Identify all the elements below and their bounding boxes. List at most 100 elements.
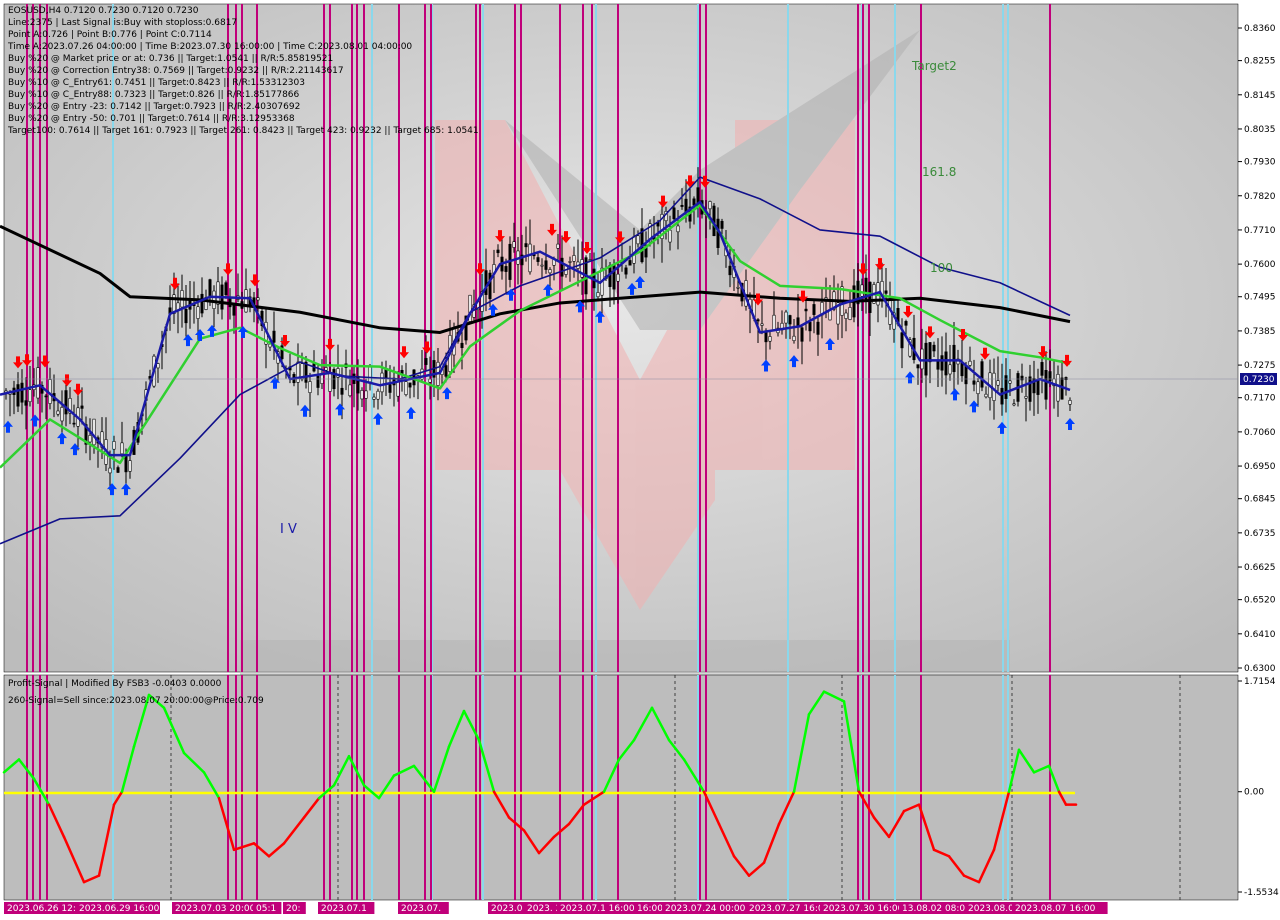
candle-body	[952, 344, 956, 373]
candle-body	[244, 289, 248, 313]
candle-body	[316, 375, 320, 388]
candle-body	[1056, 373, 1060, 402]
candle-body	[424, 358, 428, 365]
price-tick-label: 0.8035	[1244, 125, 1276, 135]
candle-body	[756, 319, 760, 322]
candle-body	[992, 372, 996, 401]
candle-body	[124, 455, 128, 473]
time-label: 13.08.02 08:00	[902, 904, 971, 914]
candle-body	[944, 351, 948, 376]
candle-body	[272, 330, 276, 343]
candle-body	[848, 307, 852, 320]
candle-body	[560, 257, 564, 277]
header-line: Buy %20 @ Entry -50: 0.701 || Target:0.7…	[8, 114, 295, 124]
price-tick-label: 0.7710	[1244, 226, 1276, 236]
fib-161-label: 161.8	[922, 165, 956, 179]
candle-body	[596, 292, 600, 298]
current-price-label: 0.7230	[1243, 375, 1275, 385]
wave-label: I V	[280, 522, 297, 537]
candle-body	[772, 314, 776, 331]
price-tick-label: 0.6625	[1244, 563, 1276, 573]
price-tick-label: 0.7820	[1244, 192, 1276, 202]
price-tick-label: 0.7930	[1244, 158, 1276, 168]
candle-body	[112, 441, 116, 450]
indicator-axis: 1.7154 0.00 -1.5534	[1238, 677, 1279, 898]
candle-body	[548, 269, 552, 274]
candle-body	[368, 365, 372, 383]
header-line: Time A:2023.07.26 04:00:00 | Time B:2023…	[7, 42, 412, 52]
header-line: Buy %10 @ C_Entry88: 0.7323 || Target:0.…	[8, 90, 300, 100]
candle-body	[1008, 380, 1012, 384]
candle-body	[200, 293, 204, 314]
header-line: Buy %20 @ Entry -23: 0.7142 || Target:0.…	[8, 102, 300, 112]
candle-body	[680, 204, 684, 207]
candle-body	[116, 467, 120, 473]
price-tick-label: 0.8255	[1244, 57, 1276, 67]
time-label: 2023.08.07 16:00	[1015, 904, 1096, 914]
candle-body	[1028, 376, 1032, 402]
candle-body	[668, 229, 672, 243]
candle-body	[1048, 371, 1052, 382]
candle-body	[540, 264, 544, 267]
time-label: 2023.07.30 16:00	[823, 904, 904, 914]
candle-body	[800, 327, 804, 342]
candle-body	[184, 308, 188, 324]
candle-body	[460, 342, 464, 349]
candle-body	[788, 315, 792, 325]
candle-body	[544, 260, 548, 270]
candle-body	[364, 390, 368, 399]
candle-body	[804, 308, 808, 312]
time-label: 20:	[286, 904, 300, 914]
candle-body	[708, 201, 712, 210]
candle-body	[636, 235, 640, 245]
candle-body	[984, 393, 988, 398]
candle-body	[20, 382, 24, 403]
ind-tick-label: -1.5534	[1244, 888, 1279, 898]
time-label: 2023.07.24 00:00	[665, 904, 746, 914]
candle-body	[972, 380, 976, 385]
candle-body	[676, 225, 680, 233]
candle-body	[28, 389, 32, 403]
candle-body	[16, 384, 20, 407]
ind-tick-label: 1.7154	[1244, 677, 1276, 687]
time-label: 2023.07.1	[321, 904, 367, 914]
candle-body	[64, 390, 68, 415]
candle-body	[868, 281, 872, 313]
candle-body	[1036, 380, 1040, 395]
candle-body	[324, 367, 328, 371]
candle-body	[624, 267, 628, 275]
candle-body	[524, 243, 528, 248]
candle-body	[924, 342, 928, 376]
fib-target2-label: Target2	[911, 59, 957, 73]
time-label: 2023.07.27 16:00	[749, 904, 830, 914]
candle-body	[612, 263, 616, 290]
time-label: 2023. 2	[527, 904, 561, 914]
candle-body	[404, 381, 408, 395]
candle-body	[296, 361, 300, 383]
candle-body	[396, 381, 400, 397]
price-tick-label: 0.7275	[1244, 361, 1276, 371]
candle-body	[916, 364, 920, 369]
candle-body	[572, 255, 576, 262]
candle-body	[976, 381, 980, 395]
candle-body	[968, 360, 972, 366]
candle-body	[816, 321, 820, 335]
chart-canvas: Target2 161.8 100 I V EOSUSD,H4 0.7120 0…	[0, 3, 1279, 914]
candle-body	[996, 380, 1000, 386]
candle-body	[1064, 377, 1068, 381]
time-label: 2023.07.1 16:00	[560, 904, 635, 914]
candle-body	[36, 367, 40, 399]
candle-body	[208, 279, 212, 297]
time-label: 05:1	[256, 904, 276, 914]
candle-body	[632, 236, 636, 264]
candle-body	[920, 348, 924, 370]
price-tick-label: 0.7600	[1244, 260, 1276, 270]
candle-body	[528, 243, 532, 273]
candle-body	[980, 361, 984, 388]
candle-body	[120, 442, 124, 455]
candle-body	[428, 378, 432, 383]
candle-body	[1040, 362, 1044, 376]
candle-body	[844, 312, 848, 319]
candle-body	[108, 467, 112, 474]
candle-body	[360, 390, 364, 400]
